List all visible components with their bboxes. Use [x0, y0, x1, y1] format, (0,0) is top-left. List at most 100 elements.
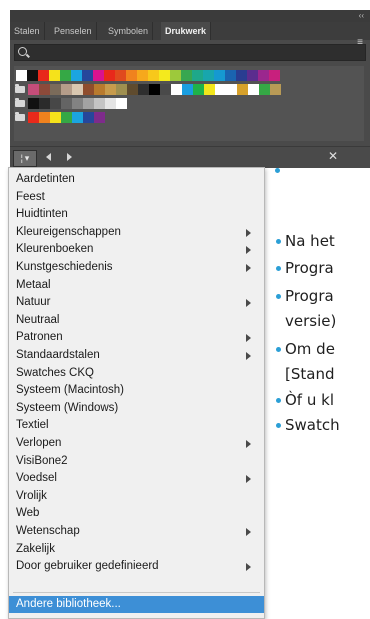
menu-item[interactable]: Systeem (Windows) — [9, 400, 264, 417]
swatch[interactable] — [192, 70, 203, 81]
swatch[interactable] — [204, 84, 215, 95]
folder-icon[interactable] — [15, 112, 25, 121]
swatch[interactable] — [94, 84, 105, 95]
swatch[interactable] — [247, 70, 258, 81]
tab-drukwerk[interactable]: Drukwerk — [161, 22, 212, 40]
swatch[interactable] — [104, 70, 115, 81]
swatch[interactable] — [170, 70, 181, 81]
next-library-icon[interactable] — [67, 153, 72, 161]
swatch[interactable] — [214, 70, 225, 81]
swatch[interactable] — [116, 98, 127, 109]
menu-item[interactable]: Kunstgeschiedenis — [9, 259, 264, 276]
swatch[interactable] — [148, 70, 159, 81]
tab-symbolen[interactable]: Symbolen — [104, 22, 154, 40]
swatch[interactable] — [72, 84, 83, 95]
swatch[interactable] — [137, 70, 148, 81]
menu-item[interactable]: VisiBone2 — [9, 453, 264, 470]
swatch[interactable] — [259, 84, 270, 95]
swatch[interactable] — [39, 84, 50, 95]
menu-item[interactable]: Kleurenboeken — [9, 241, 264, 258]
menu-item[interactable]: Feest — [9, 189, 264, 206]
folder-icon[interactable] — [15, 98, 25, 107]
swatch[interactable] — [160, 84, 171, 95]
menu-item[interactable]: Neutraal — [9, 312, 264, 329]
menu-item[interactable]: Vrolijk — [9, 488, 264, 505]
menu-item[interactable]: Aardetinten — [9, 171, 264, 188]
swatch[interactable] — [270, 84, 281, 95]
collapse-icon[interactable]: ‹‹ — [359, 10, 364, 22]
menu-item[interactable]: Zakelijk — [9, 541, 264, 558]
swatch[interactable] — [182, 84, 193, 95]
swatch[interactable] — [171, 84, 182, 95]
close-icon[interactable]: ✕ — [328, 149, 338, 164]
swatch[interactable] — [149, 84, 160, 95]
swatch[interactable] — [126, 70, 137, 81]
swatch[interactable] — [115, 70, 126, 81]
swatch[interactable] — [28, 98, 39, 109]
swatch[interactable] — [60, 70, 71, 81]
swatch[interactable] — [83, 84, 94, 95]
swatch[interactable] — [236, 70, 247, 81]
swatch[interactable] — [94, 98, 105, 109]
menu-item[interactable]: Textiel — [9, 417, 264, 434]
menu-item[interactable]: Verlopen — [9, 435, 264, 452]
swatch[interactable] — [50, 84, 61, 95]
search-input[interactable] — [14, 44, 366, 61]
swatch[interactable] — [105, 98, 116, 109]
menu-item[interactable]: Wetenschap — [9, 523, 264, 540]
swatch[interactable] — [248, 84, 259, 95]
menu-item[interactable]: Kleureigenschappen — [9, 224, 264, 241]
folder-icon[interactable] — [15, 84, 25, 93]
swatch[interactable] — [72, 112, 83, 123]
swatch[interactable] — [93, 70, 104, 81]
swatch[interactable] — [71, 70, 82, 81]
menu-item[interactable]: Huidtinten — [9, 206, 264, 223]
swatch[interactable] — [72, 98, 83, 109]
panel-title-bar[interactable]: ‹‹ — [10, 10, 370, 22]
menu-item[interactable]: Metaal — [9, 277, 264, 294]
menu-item[interactable]: Standaardstalen — [9, 347, 264, 364]
swatch[interactable] — [61, 98, 72, 109]
swatch[interactable] — [28, 112, 39, 123]
swatch[interactable] — [61, 84, 72, 95]
swatch[interactable] — [193, 84, 204, 95]
menu-item[interactable]: Andere bibliotheek... — [9, 596, 264, 613]
swatch[interactable] — [49, 70, 60, 81]
swatch[interactable] — [83, 98, 94, 109]
swatch[interactable] — [127, 84, 138, 95]
swatch[interactable] — [159, 70, 170, 81]
swatch[interactable] — [39, 112, 50, 123]
swatch-libraries-menu-button[interactable]: ¦ ▾ — [13, 150, 37, 167]
swatch[interactable] — [138, 84, 149, 95]
swatch[interactable] — [61, 112, 72, 123]
swatch[interactable] — [226, 84, 237, 95]
menu-item[interactable]: Natuur — [9, 294, 264, 311]
menu-item[interactable]: Voedsel — [9, 470, 264, 487]
swatch[interactable] — [181, 70, 192, 81]
menu-item[interactable]: Systeem (Macintosh) — [9, 382, 264, 399]
swatch[interactable] — [116, 84, 127, 95]
swatch[interactable] — [50, 112, 61, 123]
menu-item[interactable]: Swatches CKQ — [9, 365, 264, 382]
swatch[interactable] — [16, 70, 27, 81]
menu-item[interactable]: Door gebruiker gedefinieerd — [9, 558, 264, 575]
menu-item[interactable]: Patronen — [9, 329, 264, 346]
swatch[interactable] — [258, 70, 269, 81]
swatch[interactable] — [237, 84, 248, 95]
tab-stalen[interactable]: Stalen — [10, 22, 45, 40]
swatch[interactable] — [28, 84, 39, 95]
swatch[interactable] — [50, 98, 61, 109]
swatch[interactable] — [94, 112, 105, 123]
tab-penselen[interactable]: Penselen — [50, 22, 97, 40]
swatch[interactable] — [269, 70, 280, 81]
swatch[interactable] — [39, 98, 50, 109]
swatch[interactable] — [27, 70, 38, 81]
swatch[interactable] — [105, 84, 116, 95]
previous-library-icon[interactable] — [46, 153, 51, 161]
swatch[interactable] — [203, 70, 214, 81]
menu-item[interactable]: Web — [9, 505, 264, 522]
swatch[interactable] — [82, 70, 93, 81]
swatch[interactable] — [38, 70, 49, 81]
swatch[interactable] — [225, 70, 236, 81]
swatch[interactable] — [83, 112, 94, 123]
